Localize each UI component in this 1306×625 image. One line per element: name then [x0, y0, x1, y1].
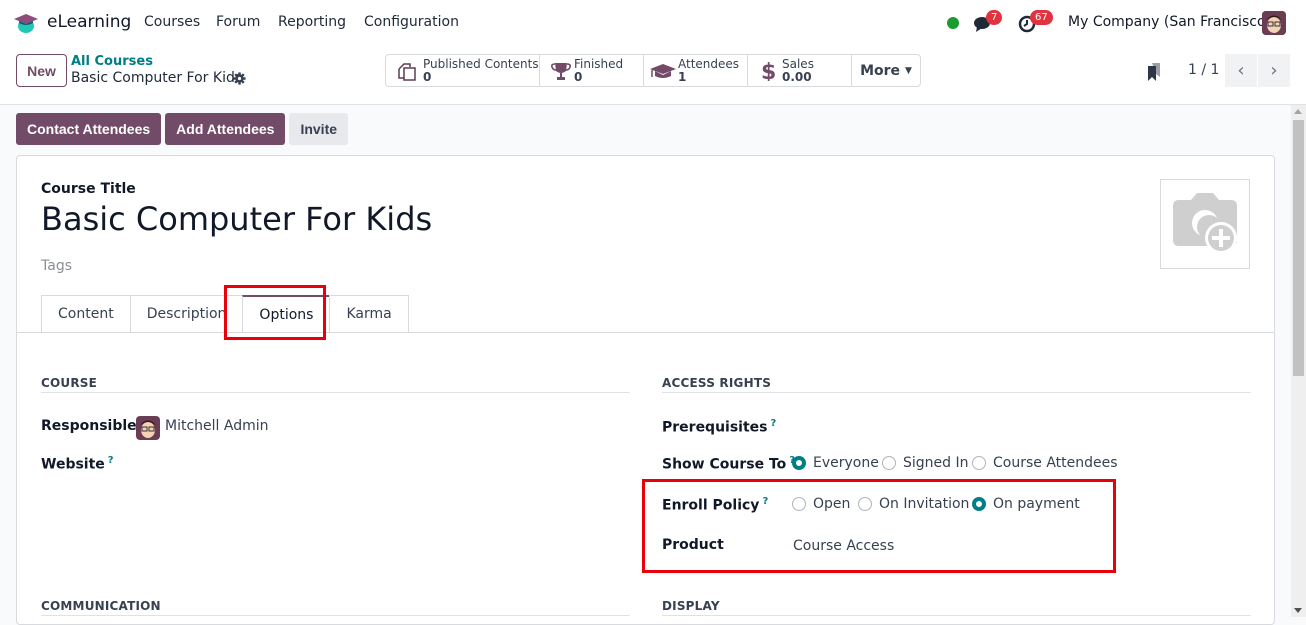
tab-karma[interactable]: Karma	[329, 295, 409, 333]
graduation-cap-icon	[650, 64, 676, 78]
section-divider	[41, 615, 630, 616]
breadcrumb-all-courses[interactable]: All Courses	[71, 54, 153, 69]
caret-down-icon: ▼	[905, 65, 912, 76]
svg-text:$: $	[761, 61, 776, 81]
radio-everyone[interactable]: Everyone	[792, 455, 879, 471]
show-course-label: Show Course To?	[662, 455, 795, 473]
messages-badge: 7	[986, 10, 1003, 25]
communication-heading: COMMUNICATION	[41, 599, 161, 613]
menu-forum[interactable]: Forum	[216, 14, 260, 30]
pager-previous-button[interactable]: ‹	[1225, 54, 1257, 87]
published-contents-button[interactable]: Published Contents 0	[386, 55, 540, 86]
menu-reporting[interactable]: Reporting	[278, 14, 346, 30]
radio-unchecked-icon	[882, 456, 896, 470]
pager-next-button[interactable]: ›	[1258, 54, 1290, 87]
scroll-up-icon[interactable]	[1294, 109, 1302, 114]
course-section-heading: COURSE	[41, 376, 98, 390]
radio-label: Everyone	[813, 455, 879, 471]
show-course-label-text: Show Course To	[662, 456, 787, 473]
access-rights-heading: ACCESS RIGHTS	[662, 376, 772, 390]
help-tooltip-icon[interactable]: ?	[108, 455, 114, 466]
finished-button[interactable]: Finished 0	[540, 55, 644, 86]
prerequisites-label-text: Prerequisites	[662, 419, 768, 436]
presence-status-icon	[947, 17, 959, 29]
gear-icon[interactable]	[233, 72, 246, 85]
tags-input[interactable]: Tags	[41, 258, 72, 274]
responsible-field[interactable]: Mitchell Admin	[165, 418, 269, 434]
company-switcher[interactable]: My Company (San Francisco)	[1068, 14, 1271, 30]
smart-value: 1	[678, 70, 687, 84]
help-tooltip-icon[interactable]: ?	[771, 418, 777, 429]
smart-value: 0	[423, 70, 432, 84]
section-divider	[662, 392, 1251, 393]
invite-button[interactable]: Invite	[289, 113, 349, 145]
bookmark-icon[interactable]	[1146, 62, 1162, 82]
radio-label: Signed In	[903, 455, 969, 471]
smart-label: Attendees	[678, 57, 740, 71]
responsible-avatar	[136, 416, 160, 440]
chevron-left-icon: ‹	[1237, 60, 1245, 81]
course-title-label: Course Title	[41, 181, 136, 197]
camera-add-icon	[1173, 193, 1237, 254]
elearning-logo-icon[interactable]	[14, 11, 38, 35]
chevron-right-icon: ›	[1270, 60, 1278, 81]
display-heading: DISPLAY	[662, 599, 720, 613]
section-divider	[41, 392, 630, 393]
new-button[interactable]: New	[16, 54, 67, 87]
tab-divider	[17, 332, 1274, 333]
contact-attendees-button[interactable]: Contact Attendees	[16, 113, 162, 145]
pager-value[interactable]: 1 / 1	[1188, 62, 1219, 78]
breadcrumb-current: Basic Computer For Kids	[71, 70, 243, 86]
action-buttons: Contact Attendees Add Attendees Invite	[16, 113, 349, 145]
menu-configuration[interactable]: Configuration	[364, 14, 459, 30]
highlight-options-tab	[224, 285, 326, 340]
responsible-label: Responsible	[41, 418, 137, 434]
more-dropdown[interactable]: More ▼	[852, 55, 920, 86]
highlight-enroll-product	[642, 479, 1116, 573]
course-title-input[interactable]: Basic Computer For Kids	[41, 200, 432, 238]
more-label: More	[860, 62, 901, 79]
control-panel: New All Courses Basic Computer For Kids …	[0, 45, 1306, 105]
app-name[interactable]: eLearning	[47, 12, 131, 32]
user-avatar-icon	[1262, 11, 1286, 35]
sales-button[interactable]: $ Sales 0.00	[748, 55, 852, 86]
scrollbar-thumb[interactable]	[1293, 120, 1304, 376]
smart-label: Sales	[782, 57, 814, 71]
dollar-icon: $	[761, 61, 776, 81]
smart-label: Finished	[574, 57, 624, 71]
scroll-down-icon[interactable]	[1294, 608, 1302, 613]
attendees-button[interactable]: Attendees 1	[644, 55, 748, 86]
website-label: Website?	[41, 455, 114, 473]
top-navbar: eLearning Courses Forum Reporting Config…	[0, 0, 1306, 45]
menu-courses[interactable]: Courses	[144, 14, 200, 30]
radio-signed-in[interactable]: Signed In	[882, 455, 969, 471]
tab-content[interactable]: Content	[41, 295, 130, 333]
website-label-text: Website	[41, 456, 105, 473]
user-avatar-icon	[136, 416, 160, 440]
documents-icon	[398, 63, 416, 81]
trophy-icon	[551, 63, 571, 80]
activities-badge: 67	[1030, 10, 1053, 25]
radio-checked-icon	[792, 456, 806, 470]
smart-value: 0	[574, 70, 583, 84]
smart-value: 0.00	[782, 70, 812, 84]
radio-label: Course Attendees	[993, 455, 1118, 471]
section-divider	[662, 615, 1251, 616]
user-avatar[interactable]	[1262, 11, 1286, 35]
vertical-scrollbar[interactable]	[1291, 105, 1306, 617]
radio-unchecked-icon	[972, 456, 986, 470]
radio-course-attendees[interactable]: Course Attendees	[972, 455, 1118, 471]
course-image-upload[interactable]	[1160, 179, 1250, 269]
smart-label: Published Contents	[423, 57, 539, 71]
add-attendees-button[interactable]: Add Attendees	[165, 113, 286, 145]
smart-buttons: Published Contents 0 Finished 0 Attendee…	[385, 54, 921, 87]
prerequisites-label: Prerequisites?	[662, 418, 776, 436]
